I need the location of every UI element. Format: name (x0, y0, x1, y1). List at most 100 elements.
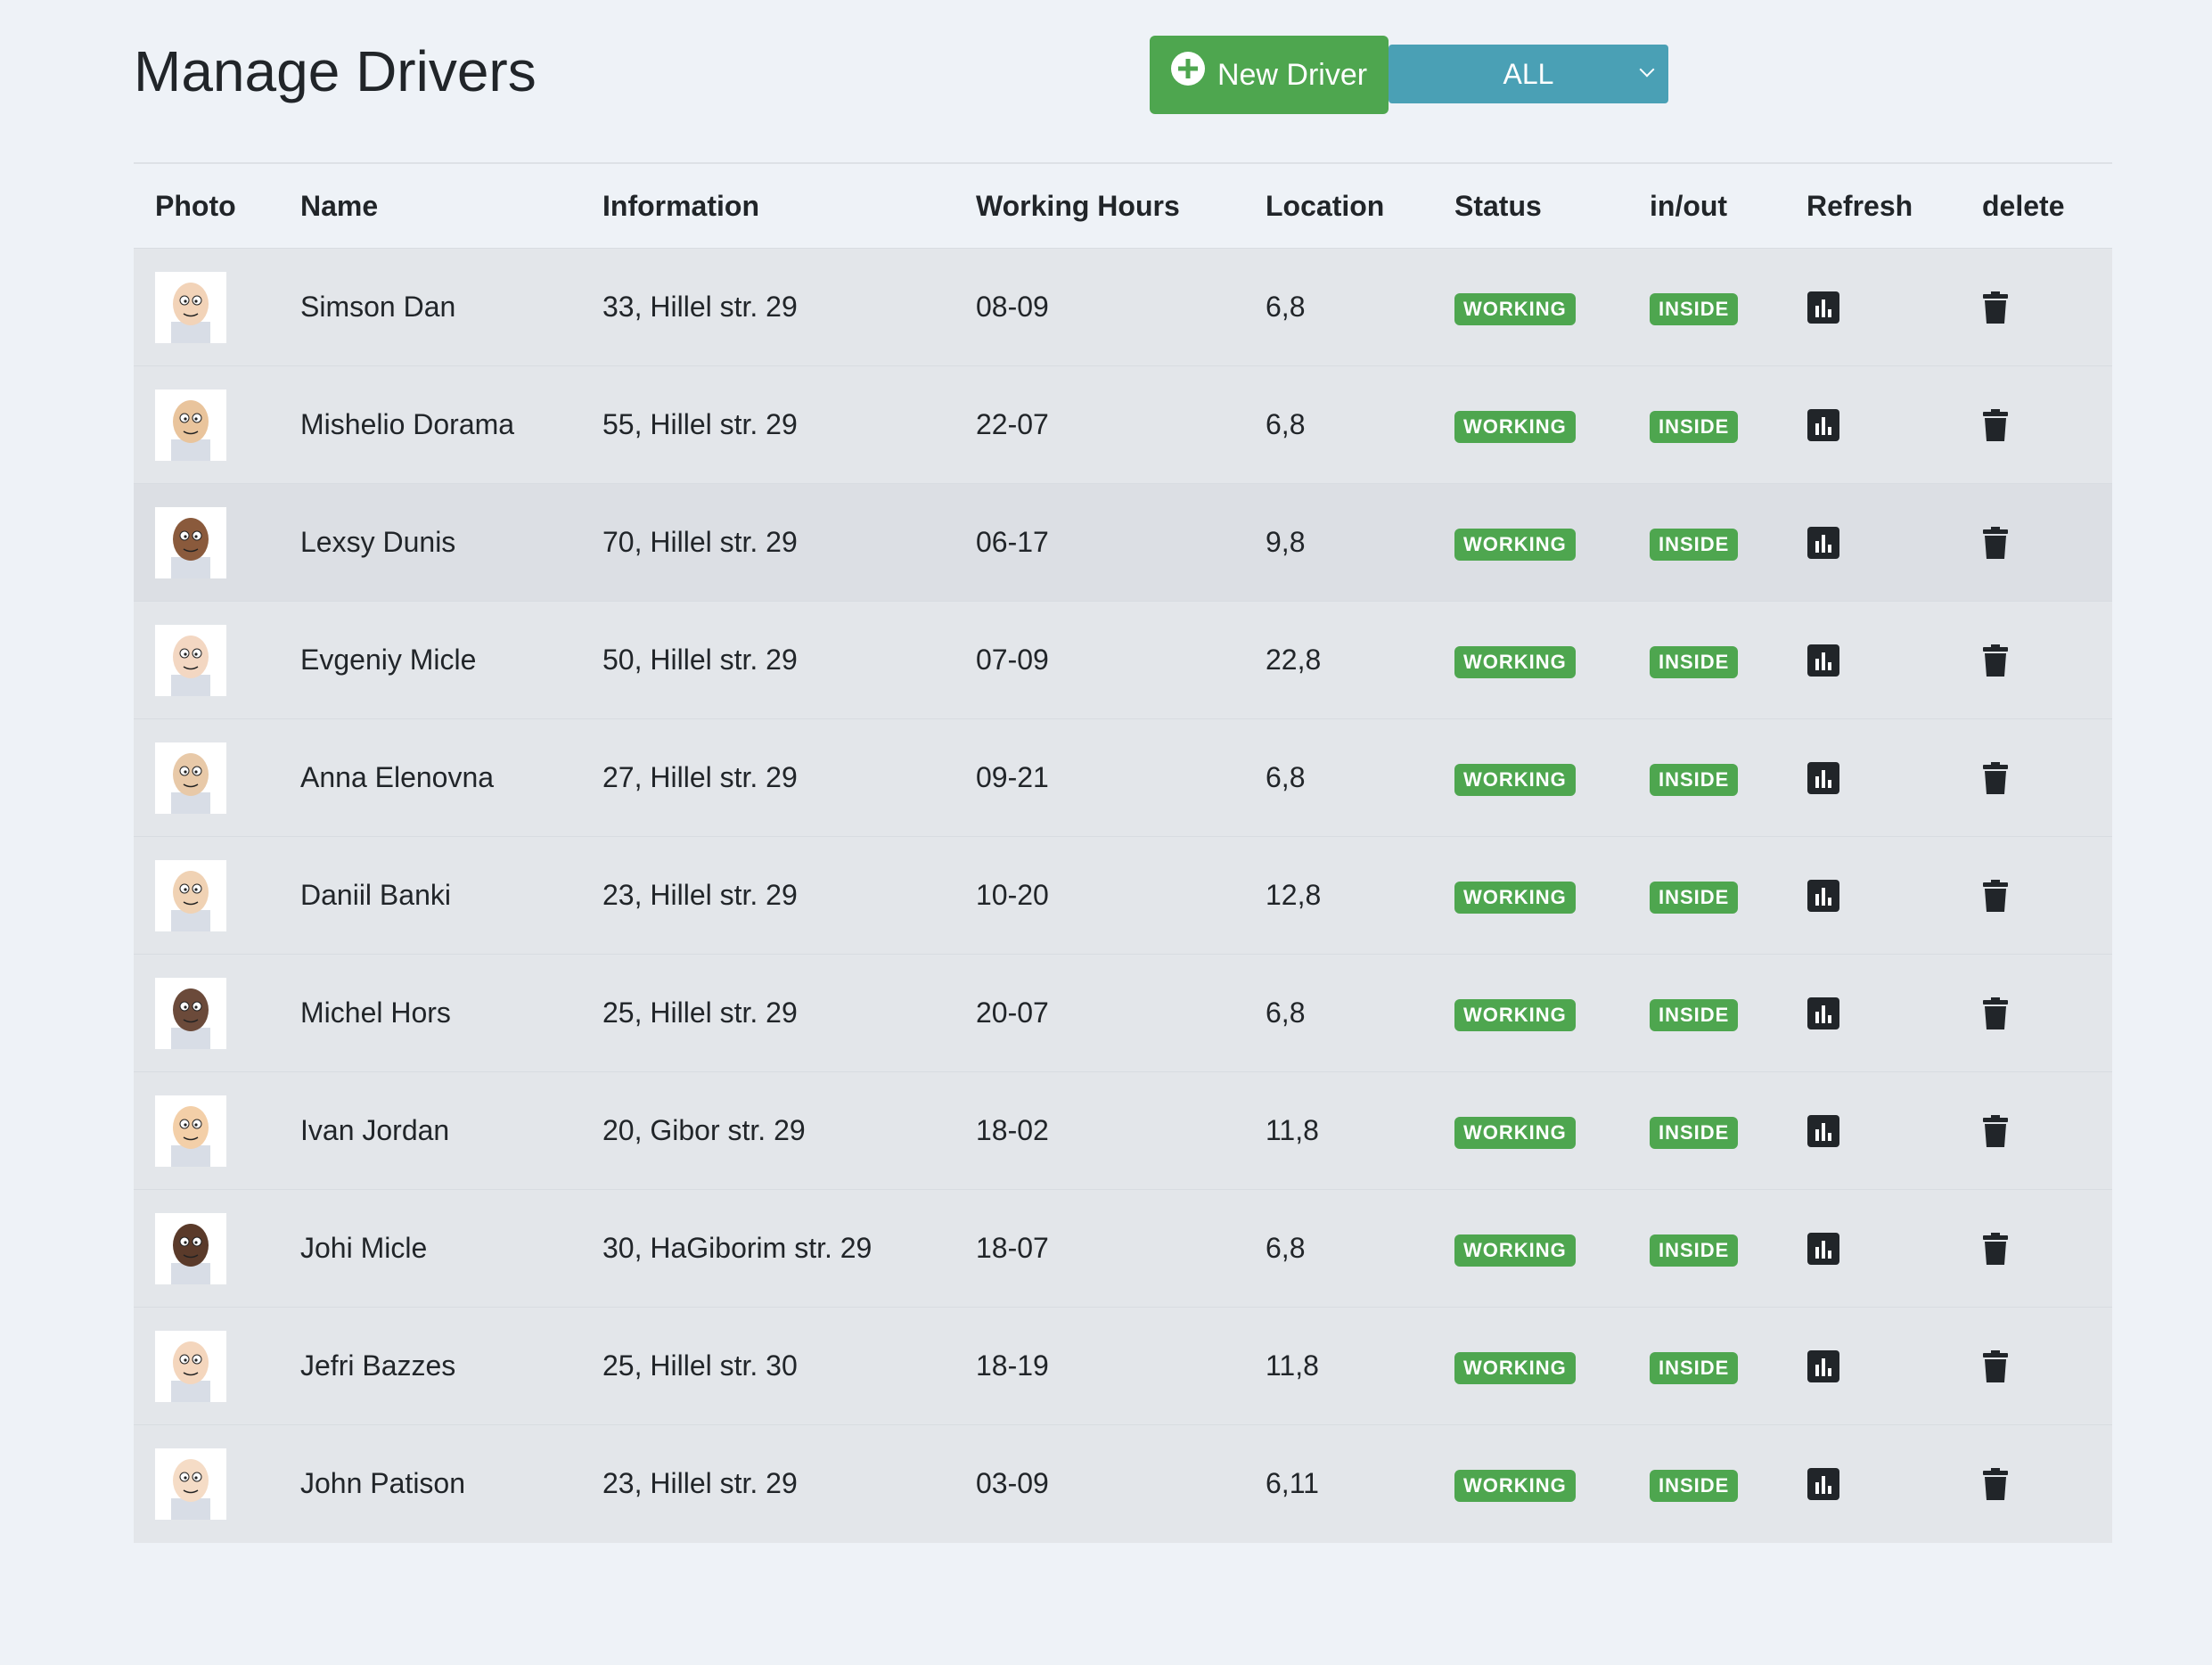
photo-cell (134, 248, 279, 366)
name-cell: Mishelio Dorama (279, 365, 581, 484)
chart-icon[interactable] (1806, 1349, 1840, 1383)
delete-cell (1961, 1424, 2112, 1543)
table-row: Simson Dan 33, Hillel str. 29 08-09 6,8 WORK… (134, 248, 2112, 366)
in-out-cell: INSIDE (1628, 1307, 1785, 1425)
working-hours-cell: 06-17 (954, 483, 1244, 602)
status-cell: WORKING (1433, 248, 1628, 366)
location-cell: 9,8 (1244, 483, 1433, 602)
in-out-badge: INSIDE (1650, 528, 1739, 561)
avatar (155, 1095, 226, 1167)
chart-icon[interactable] (1806, 761, 1840, 795)
chart-icon[interactable] (1806, 1467, 1840, 1501)
avatar (155, 1448, 226, 1520)
status-cell: WORKING (1433, 1189, 1628, 1308)
refresh-cell (1785, 248, 1961, 366)
delete-cell (1961, 248, 2112, 366)
status-cell: WORKING (1433, 836, 1628, 955)
status-badge: WORKING (1454, 410, 1576, 443)
in-out-cell: INSIDE (1628, 1189, 1785, 1308)
avatar (155, 271, 226, 343)
information-cell: 27, Hillel str. 29 (581, 718, 954, 837)
in-out-badge: INSIDE (1650, 1469, 1739, 1502)
chart-icon[interactable] (1806, 1114, 1840, 1148)
in-out-cell: INSIDE (1628, 718, 1785, 837)
location-cell: 11,8 (1244, 1307, 1433, 1425)
status-badge: WORKING (1454, 645, 1576, 678)
name-cell: Lexsy Dunis (279, 483, 581, 602)
avatar (155, 389, 226, 461)
new-driver-button[interactable]: New Driver (1150, 36, 1389, 114)
chart-icon[interactable] (1806, 408, 1840, 442)
delete-cell (1961, 1189, 2112, 1308)
trash-icon[interactable] (1982, 997, 2009, 1030)
refresh-cell (1785, 483, 1961, 602)
trash-icon[interactable] (1982, 408, 2009, 442)
chart-icon[interactable] (1806, 1232, 1840, 1266)
trash-icon[interactable] (1982, 1349, 2009, 1383)
in-out-cell: INSIDE (1628, 601, 1785, 719)
working-hours-cell: 18-19 (954, 1307, 1244, 1425)
plus-circle-icon (1170, 52, 1205, 86)
avatar (155, 1330, 226, 1402)
trash-icon[interactable] (1982, 1232, 2009, 1266)
photo-cell (134, 1424, 279, 1543)
status-badge: WORKING (1454, 1116, 1576, 1149)
in-out-badge: INSIDE (1650, 1234, 1739, 1267)
information-cell: 55, Hillel str. 29 (581, 365, 954, 484)
header-delete: delete (1961, 164, 2112, 249)
working-hours-cell: 22-07 (954, 365, 1244, 484)
photo-cell (134, 1189, 279, 1308)
table-row: Jefri Bazzes 25, Hillel str. 30 18-19 11,8 W… (134, 1307, 2112, 1425)
photo-cell (134, 836, 279, 955)
refresh-cell (1785, 836, 1961, 955)
working-hours-cell: 03-09 (954, 1424, 1244, 1543)
working-hours-cell: 10-20 (954, 836, 1244, 955)
avatar (155, 977, 226, 1049)
information-cell: 50, Hillel str. 29 (581, 601, 954, 719)
status-cell: WORKING (1433, 718, 1628, 837)
table-row: Anna Elenovna 27, Hillel str. 29 09-21 6,8 W… (134, 718, 2112, 837)
in-out-cell: INSIDE (1628, 1424, 1785, 1543)
in-out-cell: INSIDE (1628, 483, 1785, 602)
in-out-badge: INSIDE (1650, 998, 1739, 1031)
name-cell: Evgeniy Micle (279, 601, 581, 719)
delete-cell (1961, 483, 2112, 602)
chart-icon[interactable] (1806, 526, 1840, 560)
working-hours-cell: 08-09 (954, 248, 1244, 366)
photo-cell (134, 365, 279, 484)
name-cell: Daniil Banki (279, 836, 581, 955)
refresh-cell (1785, 718, 1961, 837)
trash-icon[interactable] (1982, 761, 2009, 795)
trash-icon[interactable] (1982, 1114, 2009, 1148)
photo-cell (134, 718, 279, 837)
in-out-badge: INSIDE (1650, 881, 1739, 914)
location-cell: 11,8 (1244, 1071, 1433, 1190)
header-refresh: Refresh (1785, 164, 1961, 249)
chart-icon[interactable] (1806, 644, 1840, 677)
status-filter-select[interactable]: ALL (1389, 45, 1668, 103)
status-cell: WORKING (1433, 483, 1628, 602)
status-cell: WORKING (1433, 601, 1628, 719)
trash-icon[interactable] (1982, 291, 2009, 324)
trash-icon[interactable] (1982, 879, 2009, 913)
status-badge: WORKING (1454, 998, 1576, 1031)
status-badge: WORKING (1454, 1351, 1576, 1384)
delete-cell (1961, 1071, 2112, 1190)
refresh-cell (1785, 1424, 1961, 1543)
trash-icon[interactable] (1982, 1467, 2009, 1501)
chart-icon[interactable] (1806, 997, 1840, 1030)
location-cell: 6,8 (1244, 954, 1433, 1072)
location-cell: 22,8 (1244, 601, 1433, 719)
chart-icon[interactable] (1806, 879, 1840, 913)
working-hours-cell: 09-21 (954, 718, 1244, 837)
table-row: Ivan Jordan 20, Gibor str. 29 18-02 11,8 WOR… (134, 1071, 2112, 1190)
status-badge: WORKING (1454, 881, 1576, 914)
location-cell: 6,8 (1244, 365, 1433, 484)
chart-icon[interactable] (1806, 291, 1840, 324)
trash-icon[interactable] (1982, 526, 2009, 560)
working-hours-cell: 18-02 (954, 1071, 1244, 1190)
filter-value: ALL (1503, 57, 1554, 90)
trash-icon[interactable] (1982, 644, 2009, 677)
status-badge: WORKING (1454, 1469, 1576, 1502)
delete-cell (1961, 954, 2112, 1072)
